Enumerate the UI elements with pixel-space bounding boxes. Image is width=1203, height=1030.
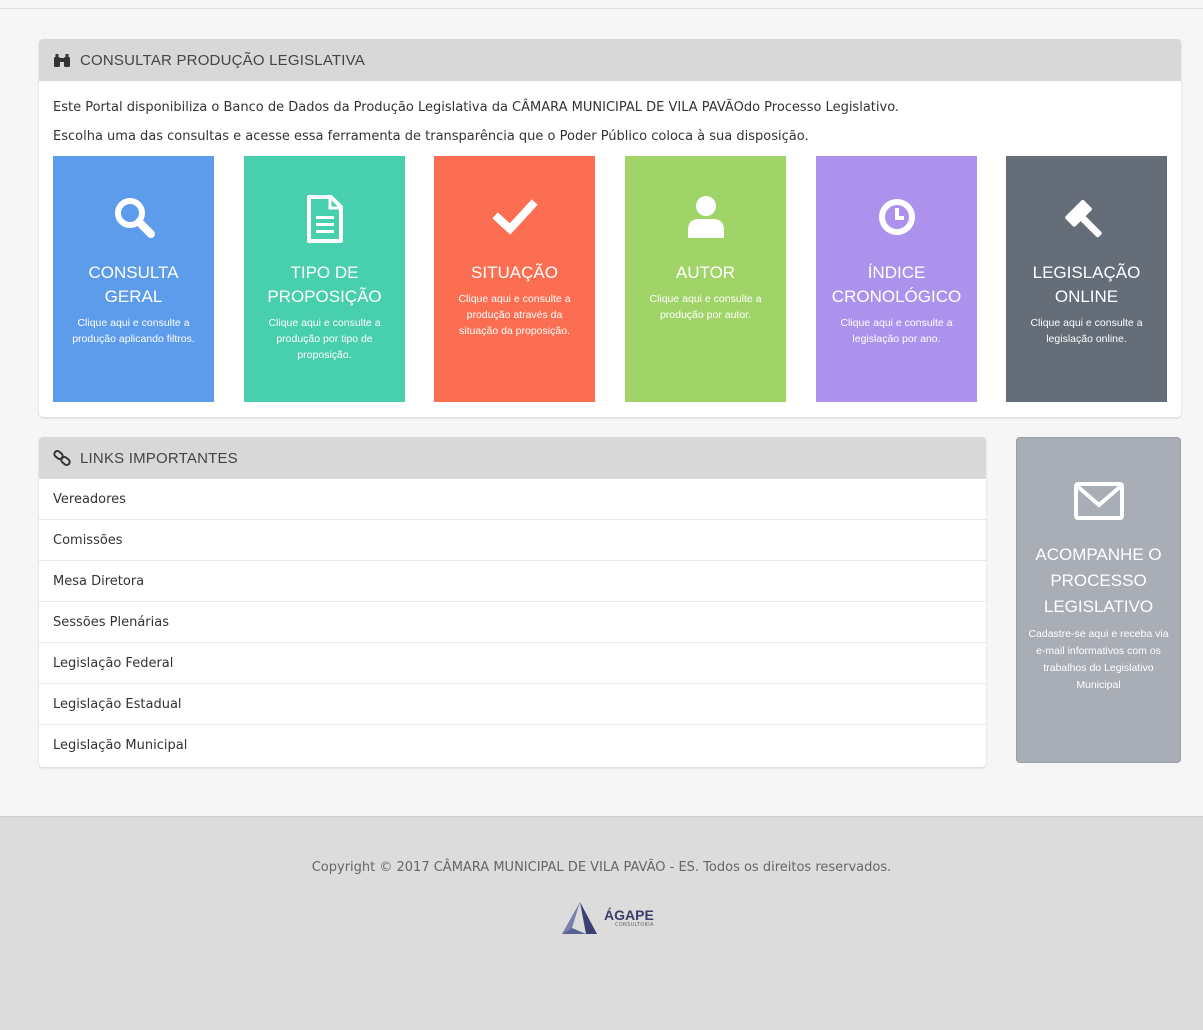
agape-logo-icon <box>562 902 597 934</box>
tile-title: TIPO DE PROPOSIÇÃO <box>267 263 382 306</box>
link-label[interactable]: Legislação Municipal <box>53 738 187 753</box>
tile-title: CONSULTA GERAL <box>88 263 179 306</box>
agape-logo[interactable]: ÁGAPE CONSULTORIA <box>560 901 654 935</box>
gavel-icon <box>1064 200 1102 238</box>
link-label[interactable]: Comissões <box>53 533 123 548</box>
links-title: LINKS IMPORTANTES <box>80 449 238 467</box>
tile-legislacao-online[interactable]: LEGISLAÇÃO ONLINE Clique aqui e consulte… <box>1006 156 1167 402</box>
intro-text-2: Escolha uma das consultas e acesse essa … <box>53 129 809 144</box>
tile-title: LEGISLAÇÃO ONLINE <box>1032 263 1141 306</box>
link-legislacao-federal[interactable]: Legislação Federal <box>39 643 986 684</box>
tile-description: Clique aqui e consulte a produção por ti… <box>268 317 381 361</box>
link-label[interactable]: Vereadores <box>53 492 126 507</box>
tile-title: SITUAÇÃO <box>471 263 558 282</box>
envelope-icon <box>1073 482 1124 520</box>
acompanhe-description: Cadastre-se aqui e receba via e-mail inf… <box>1028 628 1169 691</box>
link-label[interactable]: Legislação Estadual <box>53 697 182 712</box>
tile-autor[interactable]: AUTOR Clique aqui e consulte a produção … <box>625 156 786 402</box>
acompanhe-title: ACOMPANHE O PROCESSO LEGISLATIVO <box>1035 545 1162 616</box>
tile-title: AUTOR <box>675 263 736 282</box>
link-vereadores[interactable]: Vereadores <box>39 479 986 520</box>
link-icon <box>53 450 71 466</box>
search-icon <box>114 198 155 238</box>
tile-indice-cronologico[interactable]: ÍNDICE CRONOLÓGICO Clique aqui e consult… <box>816 156 977 402</box>
footer: Copyright © 2017 CÂMARA MUNICIPAL DE VIL… <box>0 816 1203 1030</box>
link-label[interactable]: Sessões Plenárias <box>53 615 169 630</box>
acompanhe-card[interactable]: ACOMPANHE O PROCESSO LEGISLATIVO Cadastr… <box>1016 437 1181 763</box>
links-header: LINKS IMPORTANTES <box>39 437 986 479</box>
links-panel: LINKS IMPORTANTES Vereadores Comissões M… <box>39 437 986 767</box>
tile-situacao[interactable]: SITUAÇÃO Clique aqui e consulte a produç… <box>434 156 595 402</box>
link-label[interactable]: Mesa Diretora <box>53 574 144 589</box>
clock-icon <box>878 199 915 235</box>
tile-tipo-de-proposicao[interactable]: TIPO DE PROPOSIÇÃO Clique aqui e consult… <box>244 156 405 402</box>
tile-description: Clique aqui e consulte a produção atravé… <box>458 293 571 337</box>
consultar-header: CONSULTAR PRODUÇÃO LEGISLATIVA <box>39 39 1181 81</box>
link-mesa-diretora[interactable]: Mesa Diretora <box>39 561 986 602</box>
link-legislacao-municipal[interactable]: Legislação Municipal <box>39 725 986 766</box>
tile-title: ÍNDICE CRONOLÓGICO <box>831 263 962 306</box>
user-icon <box>687 196 724 238</box>
link-sessoes-plenarias[interactable]: Sessões Plenárias <box>39 602 986 643</box>
check-icon <box>491 199 538 235</box>
intro-text-1: Este Portal disponibiliza o Banco de Dad… <box>53 100 900 115</box>
link-label[interactable]: Legislação Federal <box>53 656 173 671</box>
link-comissoes[interactable]: Comissões <box>39 520 986 561</box>
copyright-text: Copyright © 2017 CÂMARA MUNICIPAL DE VIL… <box>311 860 892 875</box>
consultar-panel: CONSULTAR PRODUÇÃO LEGISLATIVA Este Port… <box>39 39 1181 417</box>
link-legislacao-estadual[interactable]: Legislação Estadual <box>39 684 986 725</box>
logo-word: ÁGAPE <box>604 907 654 923</box>
tile-description: Clique aqui e consulte a legislação por … <box>840 317 953 345</box>
top-divider <box>0 8 1203 9</box>
tile-description: Clique aqui e consulte a produção por au… <box>649 293 762 321</box>
document-icon <box>306 195 343 243</box>
consultar-title: CONSULTAR PRODUÇÃO LEGISLATIVA <box>80 51 365 69</box>
binoculars-icon <box>54 53 70 67</box>
tile-description: Clique aqui e consulte a legislação onli… <box>1030 317 1143 345</box>
tile-description: Clique aqui e consulte a produção aplica… <box>72 317 195 345</box>
tile-consulta-geral[interactable]: CONSULTA GERAL Clique aqui e consulte a … <box>53 156 214 402</box>
